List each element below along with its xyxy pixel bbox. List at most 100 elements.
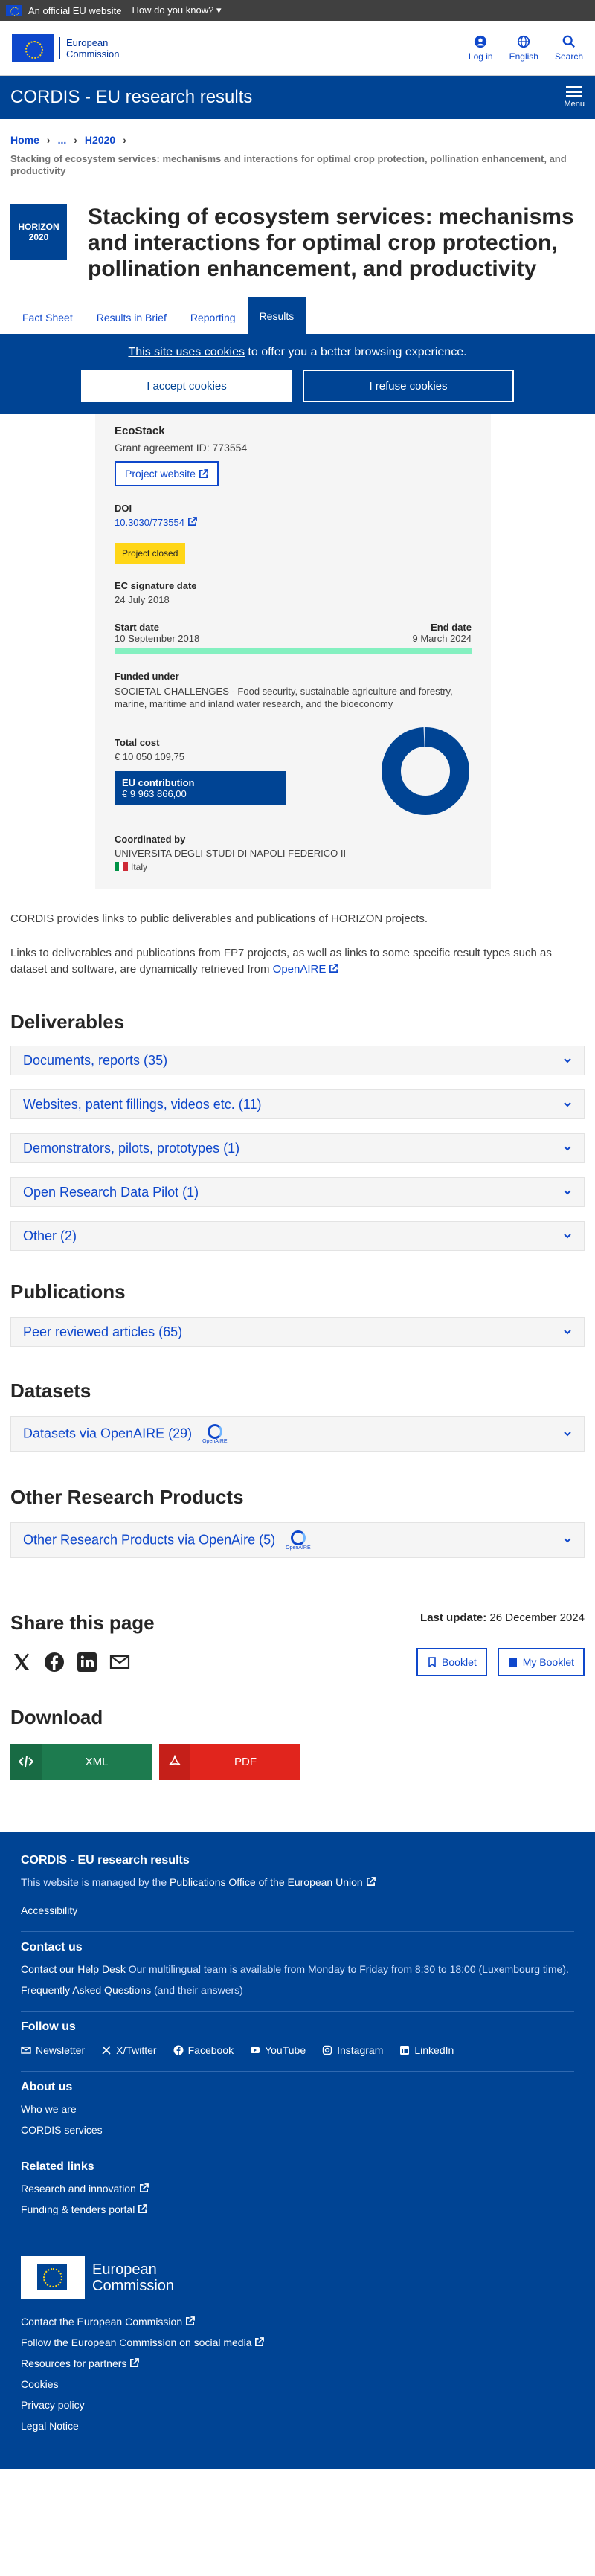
menu-button[interactable]: Menu: [564, 86, 585, 109]
footer-title[interactable]: CORDIS - EU research results: [21, 1854, 574, 1867]
project-timeline-bar: [115, 648, 472, 654]
publications-office-link[interactable]: Publications Office of the European Unio…: [170, 1876, 363, 1888]
ec-footer-logo[interactable]: European Commission: [21, 2238, 574, 2299]
cookies-link[interactable]: Cookies: [21, 2378, 574, 2390]
external-link-icon: [255, 2337, 265, 2346]
start-date: 10 September 2018: [115, 633, 200, 644]
instagram-icon: [322, 2045, 332, 2055]
ec-logo[interactable]: European Commission: [12, 33, 120, 62]
eu-flag-icon: [12, 33, 54, 62]
help-desk-text: Our multilingual team is available from …: [128, 1963, 569, 1975]
share-heading: Share this page: [10, 1611, 155, 1634]
legal-notice-link[interactable]: Legal Notice: [21, 2420, 574, 2432]
facebook-icon[interactable]: [43, 1651, 65, 1673]
project-acronym: EcoStack: [115, 425, 165, 437]
openaire-link[interactable]: OpenAIRE: [273, 963, 327, 976]
x-icon[interactable]: [10, 1651, 33, 1673]
tab-results-in-brief[interactable]: Results in Brief: [85, 312, 178, 334]
resources-partners-link[interactable]: Resources for partners: [21, 2357, 126, 2369]
share-section: Share this page Last update: 26 December…: [0, 1611, 595, 1635]
logo-text-line2: Commission: [66, 48, 120, 59]
doi-link[interactable]: 10.3030/773554: [115, 517, 184, 528]
site-title[interactable]: CORDIS - EU research results: [10, 87, 252, 108]
breadcrumb-h2020[interactable]: H2020: [85, 134, 115, 146]
funding-tenders-link[interactable]: Funding & tenders portal: [21, 2203, 135, 2215]
accordion-other-research-products[interactable]: Other Research Products via OpenAire (5)…: [10, 1522, 585, 1558]
openaire-logo: OpenAIRE: [202, 1423, 228, 1444]
official-eu-text: An official EU website: [28, 4, 122, 16]
follow-links: Newsletter X/Twitter Facebook YouTube In…: [21, 2044, 574, 2056]
youtube-link[interactable]: YouTube: [250, 2044, 306, 2056]
accordion-datasets-openaire[interactable]: Datasets via OpenAIRE (29) OpenAIRE: [10, 1416, 585, 1452]
facebook-link[interactable]: Facebook: [173, 2044, 234, 2056]
accessibility-link[interactable]: Accessibility: [21, 1904, 574, 1916]
email-icon[interactable]: [109, 1651, 131, 1673]
last-update: Last update: 26 December 2024: [420, 1611, 585, 1624]
x-icon: [102, 2046, 111, 2055]
external-link-icon: [329, 964, 339, 973]
eu-contribution: EU contribution € 9 963 866,00: [115, 771, 286, 805]
funded-under-label: Funded under: [115, 671, 179, 682]
datasets-heading: Datasets: [10, 1379, 91, 1402]
help-desk-link[interactable]: Contact our Help Desk: [21, 1963, 126, 1975]
page-header: HORIZON 2020 Stacking of ecosystem servi…: [0, 177, 595, 282]
contribution-donut-chart: [382, 727, 469, 815]
external-link-icon: [130, 2358, 140, 2367]
coordinator: UNIVERSITA DEGLI STUDI DI NAPOLI FEDERIC…: [115, 848, 347, 859]
research-innovation-link[interactable]: Research and innovation: [21, 2183, 136, 2195]
chevron-right-icon: ›: [123, 134, 126, 146]
eu-official-strip: An official EU website How do you know? …: [0, 0, 595, 21]
cordis-services-link[interactable]: CORDIS services: [21, 2124, 574, 2136]
accept-cookies-button[interactable]: I accept cookies: [81, 370, 292, 402]
chevron-down-icon: [564, 1146, 571, 1151]
breadcrumb-ellipsis[interactable]: ...: [58, 134, 67, 146]
twitter-link[interactable]: X/Twitter: [101, 2044, 157, 2056]
language-button[interactable]: English: [509, 35, 538, 62]
privacy-policy-link[interactable]: Privacy policy: [21, 2399, 574, 2411]
linkedin-icon[interactable]: [76, 1651, 98, 1673]
intro-paragraph-2: Links to deliverables and publications f…: [10, 947, 552, 976]
faq-link[interactable]: Frequently Asked Questions: [21, 1984, 151, 1996]
accordion-websites-patents[interactable]: Websites, patent fillings, videos etc. (…: [10, 1089, 585, 1119]
newsletter-link[interactable]: Newsletter: [21, 2044, 85, 2056]
grant-id: Grant agreement ID: 773554: [115, 442, 248, 454]
download-xml-button[interactable]: XML: [10, 1744, 152, 1780]
hamburger-icon: [566, 86, 583, 88]
who-we-are-link[interactable]: Who we are: [21, 2103, 574, 2115]
external-link-icon: [366, 1877, 376, 1886]
search-button[interactable]: Search: [555, 35, 583, 62]
book-icon: [509, 1658, 517, 1667]
funded-under: SOCIETAL CHALLENGES - Food security, sus…: [115, 686, 453, 709]
download-buttons: XML PDF: [0, 1744, 595, 1780]
linkedin-link[interactable]: LinkedIn: [399, 2044, 454, 2056]
doi-label: DOI: [115, 503, 132, 514]
download-pdf-button[interactable]: PDF: [159, 1744, 300, 1780]
cookie-policy-link[interactable]: This site uses cookies: [128, 346, 245, 358]
download-heading: Download: [10, 1706, 103, 1728]
openaire-logo: OpenAIRE: [286, 1530, 311, 1551]
search-icon: [562, 35, 575, 48]
tab-results[interactable]: Results: [247, 297, 306, 334]
site-banner: CORDIS - EU research results Menu: [0, 76, 595, 119]
accordion-demonstrators[interactable]: Demonstrators, pilots, prototypes (1): [10, 1133, 585, 1163]
managed-by: This website is managed by the Publicati…: [21, 1876, 574, 1888]
ec-social-media-link[interactable]: Follow the European Commission on social…: [21, 2337, 251, 2348]
login-button[interactable]: Log in: [469, 35, 493, 62]
project-website-button[interactable]: Project website: [115, 461, 219, 486]
tab-fact-sheet[interactable]: Fact Sheet: [10, 312, 85, 334]
tab-reporting[interactable]: Reporting: [178, 312, 248, 334]
page-title: Stacking of ecosystem services: mechanis…: [88, 205, 574, 281]
my-booklet-button[interactable]: My Booklet: [497, 1648, 585, 1676]
booklet-button[interactable]: Booklet: [416, 1648, 487, 1676]
breadcrumb-home[interactable]: Home: [10, 134, 39, 146]
how-do-you-know-link[interactable]: How do you know? ▾: [132, 4, 222, 16]
facebook-icon: [173, 2045, 184, 2055]
accordion-open-research-data[interactable]: Open Research Data Pilot (1): [10, 1177, 585, 1207]
accordion-other[interactable]: Other (2): [10, 1221, 585, 1251]
eu-flag-icon: [21, 2256, 85, 2299]
accordion-peer-reviewed-articles[interactable]: Peer reviewed articles (65): [10, 1317, 585, 1347]
refuse-cookies-button[interactable]: I refuse cookies: [303, 370, 514, 402]
contact-ec-link[interactable]: Contact the European Commission: [21, 2316, 182, 2328]
instagram-link[interactable]: Instagram: [322, 2044, 383, 2056]
accordion-documents-reports[interactable]: Documents, reports (35): [10, 1046, 585, 1075]
